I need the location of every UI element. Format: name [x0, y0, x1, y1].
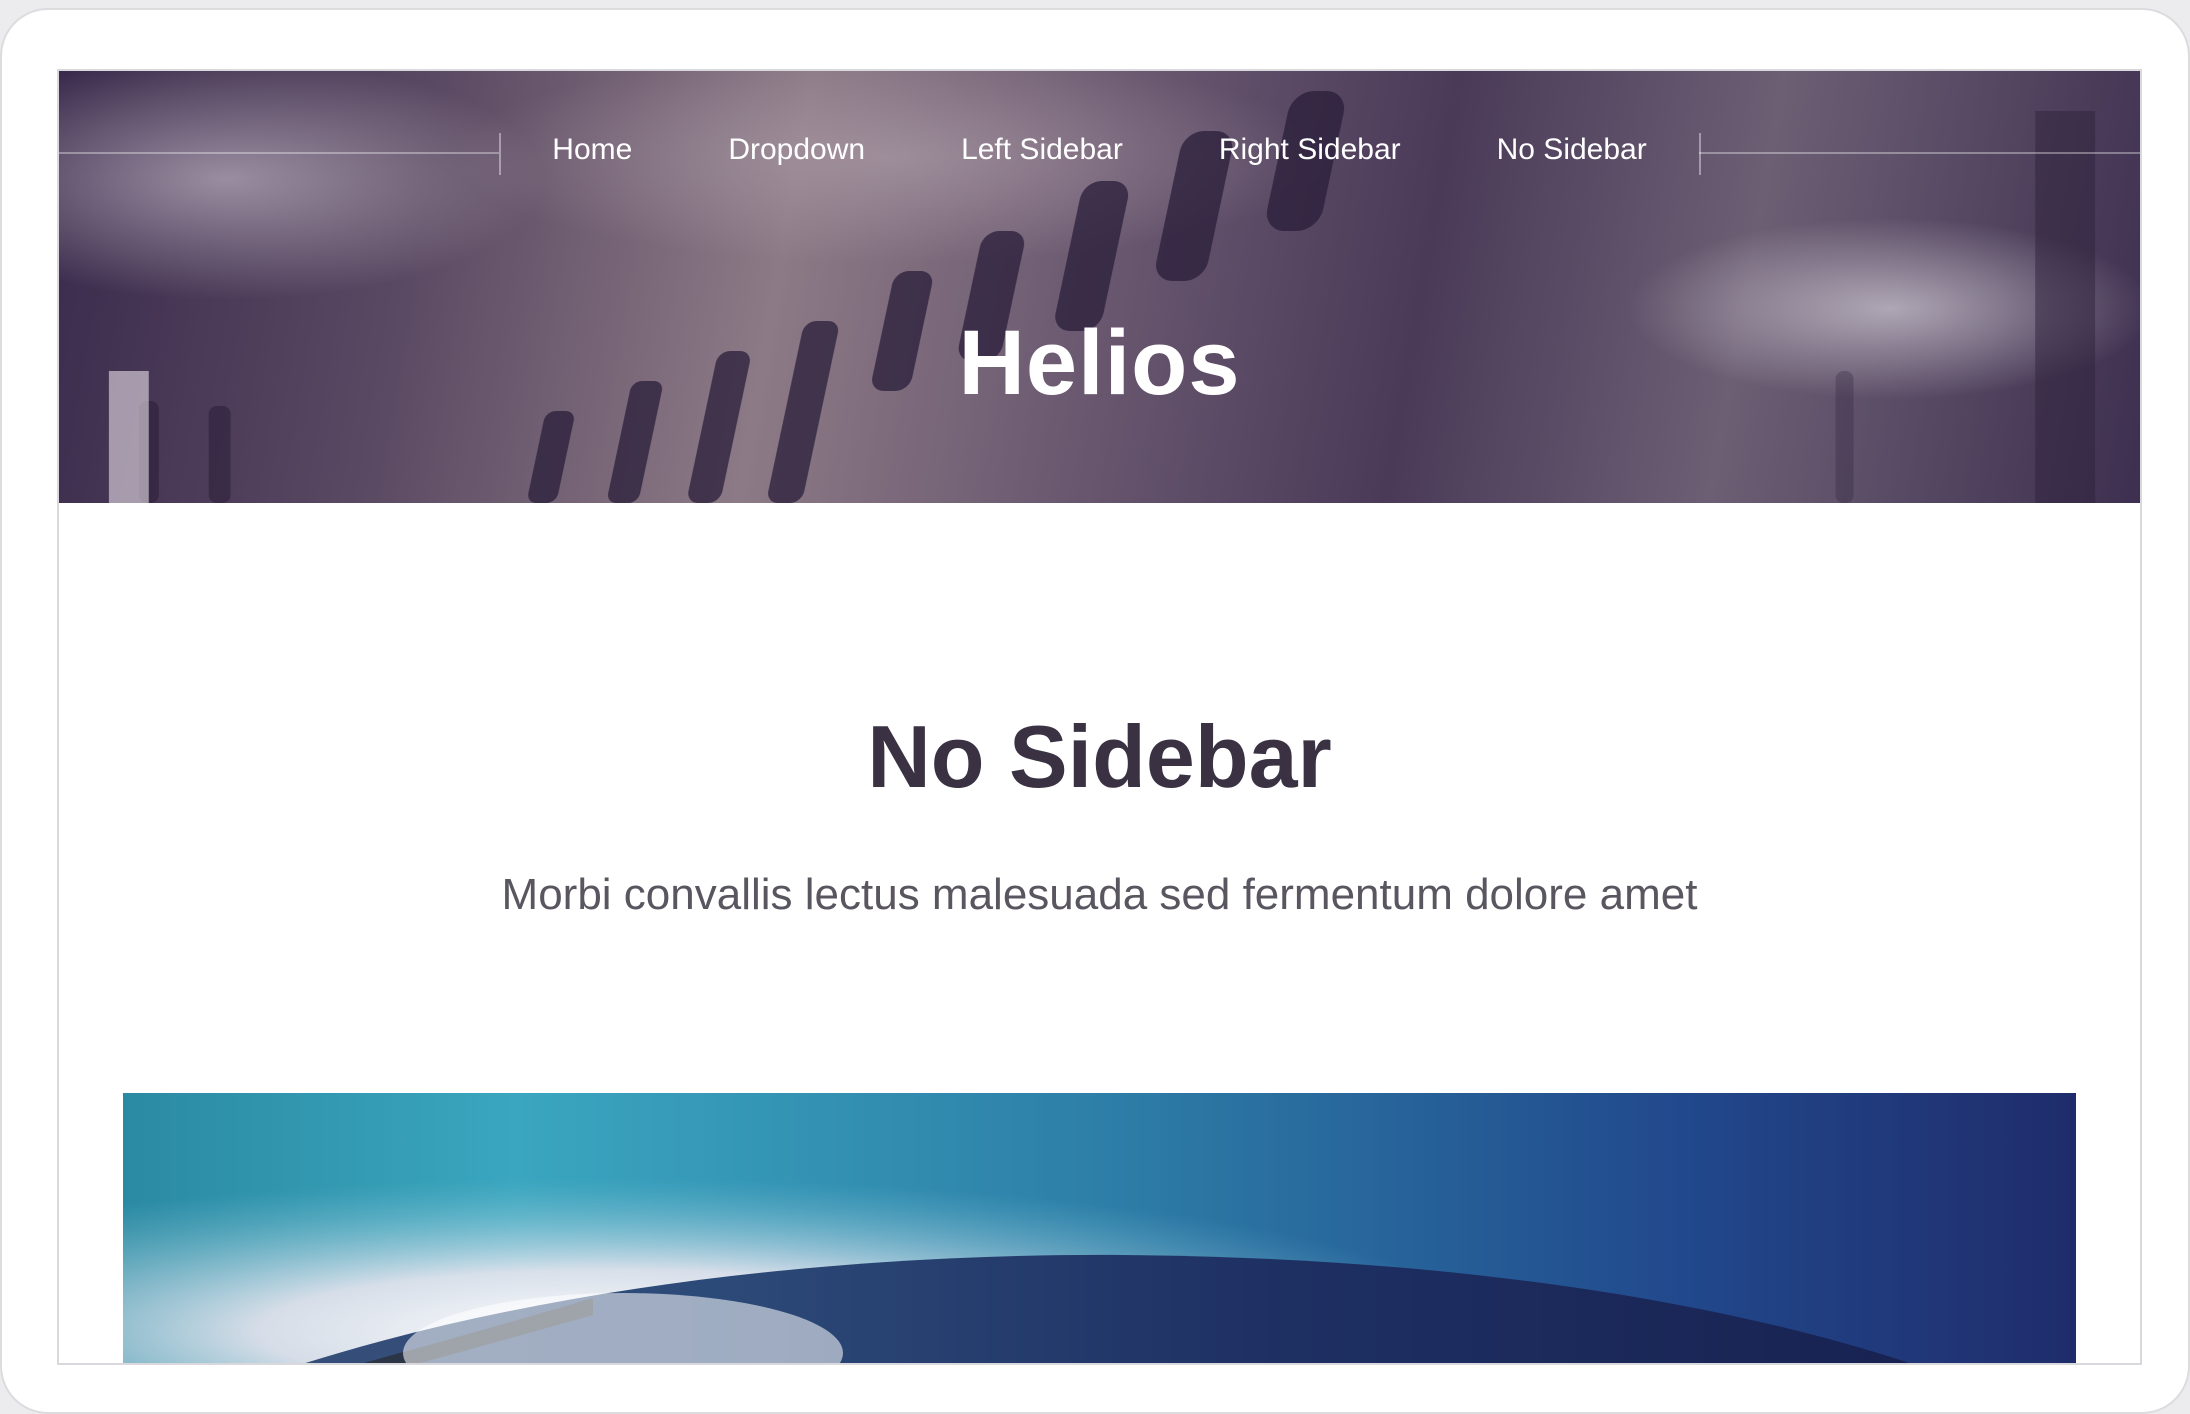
page-title: No Sidebar	[867, 707, 1332, 806]
page-subtitle: Morbi convallis lectus malesuada sed fer…	[501, 870, 1698, 919]
nav-item-home[interactable]: Home	[504, 126, 680, 174]
site-title[interactable]: Helios	[59, 308, 2140, 418]
ocean-horizon-graphic	[123, 1093, 2076, 1363]
device-frame: Home Dropdown Left Sidebar Right Sidebar…	[0, 8, 2190, 1414]
browser-viewport[interactable]: Home Dropdown Left Sidebar Right Sidebar…	[57, 69, 2142, 1365]
nav-item-left-sidebar[interactable]: Left Sidebar	[913, 126, 1171, 174]
nav-item-right-sidebar[interactable]: Right Sidebar	[1171, 126, 1449, 174]
nav-item-no-sidebar[interactable]: No Sidebar	[1449, 126, 1695, 174]
main-navigation: Home Dropdown Left Sidebar Right Sidebar…	[59, 126, 2140, 174]
nav-item-dropdown[interactable]: Dropdown	[680, 126, 913, 174]
feature-image-ocean	[123, 1093, 2076, 1363]
site-header: Home Dropdown Left Sidebar Right Sidebar…	[59, 71, 2140, 503]
